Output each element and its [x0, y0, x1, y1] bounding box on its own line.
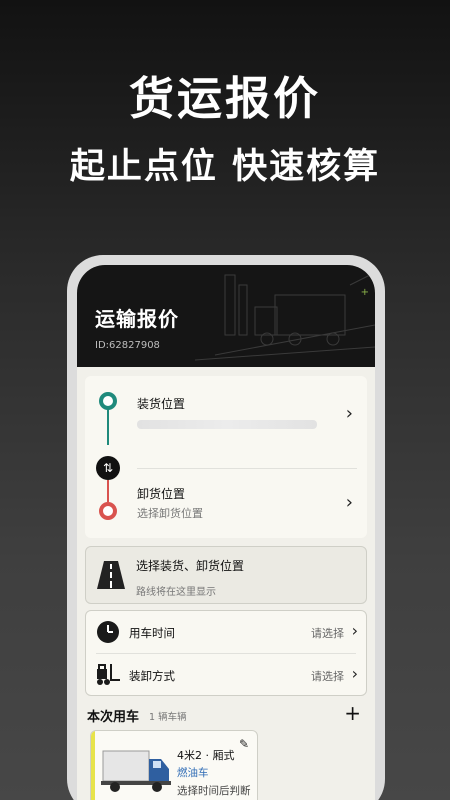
vehicle-note: 选择时间后判断 [177, 785, 251, 797]
clock-icon [97, 621, 119, 643]
handling-method-value: 请选择 [311, 670, 344, 683]
forklift-icon [97, 664, 120, 685]
options-card: 用车时间 请选择 › 装卸方式 请选择 › [85, 610, 367, 696]
route-title: 选择装货、卸货位置 [136, 559, 245, 573]
handling-method-label: 装卸方式 [129, 669, 175, 683]
unload-location-label: 卸货位置 [137, 487, 186, 501]
load-location-label: 装货位置 [137, 397, 186, 411]
vehicle-card-accent [91, 731, 95, 800]
vehicle-time-value: 请选择 [311, 627, 344, 640]
vehicle-time-row[interactable]: 用车时间 请选择 › [86, 611, 366, 653]
handling-method-row[interactable]: 装卸方式 请选择 › [86, 654, 366, 696]
add-vehicle-button[interactable]: + [344, 701, 361, 725]
vehicle-section-header: 本次用车 1 辆车辆 + [85, 696, 367, 730]
vehicle-count: 1 辆车辆 [149, 712, 187, 723]
box-truck-icon [101, 750, 171, 792]
route-card[interactable]: 选择装货、卸货位置 路线将在这里显示 [85, 546, 367, 604]
user-id: ID:62827908 [95, 340, 160, 351]
time-chevron-right-icon: › [351, 621, 358, 640]
vehicle-fuel-type: 燃油车 [177, 767, 209, 779]
method-chevron-right-icon: › [351, 664, 358, 683]
load-location-value [137, 420, 317, 429]
unload-dot-icon [99, 502, 117, 520]
vehicle-time-label: 用车时间 [129, 626, 175, 640]
promo-subheadline: 起止点位 快速核算 [69, 147, 381, 187]
unload-location-row[interactable]: 卸货位置 选择卸货位置 › [85, 468, 367, 538]
page-title: 运输报价 [95, 307, 179, 331]
vehicle-card[interactable]: 4米2 · 厢式 燃油车 选择时间后判断 ✎ [90, 730, 258, 800]
sparkle-icon: + [360, 287, 369, 298]
phone-frame: + 运输报价 ID:62827908 装货位置 › ⇅ 卸货位置 选择卸货位置 … [67, 255, 385, 800]
app-header: + 运输报价 ID:62827908 [77, 265, 375, 367]
app-screen: + 运输报价 ID:62827908 装货位置 › ⇅ 卸货位置 选择卸货位置 … [77, 265, 375, 800]
load-chevron-right-icon: › [345, 403, 353, 424]
road-icon [97, 561, 125, 589]
edit-pencil-icon[interactable]: ✎ [239, 737, 249, 751]
vehicle-section-title: 本次用车 [87, 710, 140, 725]
promo-headline: 货运报价 [128, 72, 321, 125]
unload-chevron-right-icon: › [345, 492, 353, 513]
load-dot-icon [99, 392, 117, 410]
location-card: 装货位置 › ⇅ 卸货位置 选择卸货位置 › [85, 376, 367, 538]
load-location-row[interactable]: 装货位置 › [85, 376, 367, 466]
unload-location-placeholder: 选择卸货位置 [137, 507, 203, 520]
vehicle-size: 4米2 · 厢式 [177, 749, 235, 762]
route-subtitle: 路线将在这里显示 [136, 587, 216, 598]
